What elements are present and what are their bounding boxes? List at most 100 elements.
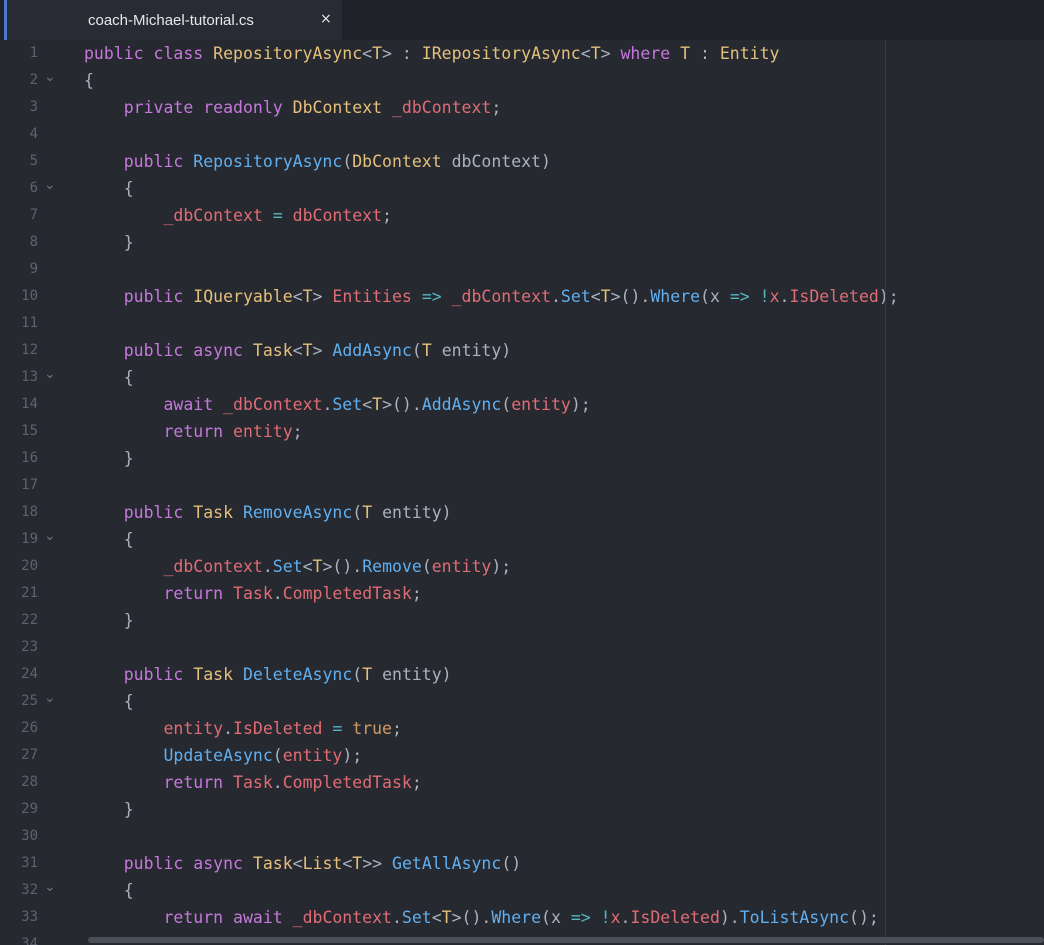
code-token: Where — [650, 287, 701, 306]
code-line[interactable]: { — [84, 688, 134, 715]
code-line[interactable]: entity.IsDeleted = true; — [84, 715, 401, 742]
code-token: x — [610, 908, 621, 927]
code-token: => — [729, 287, 750, 306]
code-line[interactable]: } — [84, 796, 134, 823]
code-token: >(). — [451, 908, 492, 927]
tab-file[interactable]: coach-Michael-tutorial.cs × — [4, 0, 342, 40]
line-number: 23 — [21, 639, 38, 655]
code-line[interactable]: public class RepositoryAsync<T> : IRepos… — [84, 40, 779, 67]
code-line[interactable]: private readonly DbContext _dbContext; — [84, 94, 502, 121]
close-icon[interactable]: × — [320, 11, 332, 27]
code-token: >(). — [610, 287, 651, 306]
chevron-down-icon[interactable]: ⌄ — [44, 67, 56, 94]
code-line[interactable]: _dbContext.Set<T>().Remove(entity); — [84, 553, 511, 580]
code-token: Task — [193, 665, 234, 684]
code-area[interactable]: public class RepositoryAsync<T> : IRepos… — [84, 40, 1044, 945]
line-number: 24 — [21, 666, 38, 682]
code-line[interactable]: { — [84, 67, 94, 94]
code-line[interactable]: } — [84, 607, 134, 634]
code-line[interactable]: public RepositoryAsync(DbContext dbConte… — [84, 148, 551, 175]
code-line[interactable]: return Task.CompletedTask; — [84, 769, 421, 796]
line-number: 26 — [21, 720, 38, 736]
tab-title[interactable]: coach-Michael-tutorial.cs — [88, 12, 254, 29]
code-token: dbContext — [292, 206, 383, 225]
line-number: 10 — [21, 288, 38, 304]
code-token: IRepositoryAsync — [421, 44, 581, 63]
code-token: ; — [292, 422, 303, 441]
chevron-down-icon[interactable]: ⌄ — [44, 688, 56, 715]
code-line[interactable]: await _dbContext.Set<T>().AddAsync(entit… — [84, 391, 591, 418]
code-line[interactable]: return Task.CompletedTask; — [84, 580, 421, 607]
code-token: Entities — [332, 287, 412, 306]
code-token: Task — [193, 503, 234, 522]
code-token: AddAsync — [332, 341, 412, 360]
code-token: } — [84, 233, 134, 252]
tab-bar: coach-Michael-tutorial.cs × — [0, 0, 1044, 40]
line-number: 14 — [21, 396, 38, 412]
code-token: >> — [362, 854, 393, 873]
horizontal-scrollbar[interactable] — [88, 937, 1044, 943]
code-line[interactable]: { — [84, 364, 134, 391]
code-token: IsDeleted — [630, 908, 720, 927]
wrap-guide — [885, 40, 886, 945]
code-token: { — [84, 179, 134, 198]
code-token: = — [272, 206, 283, 225]
code-line[interactable]: public IQueryable<T> Entities => _dbCont… — [84, 283, 899, 310]
code-line[interactable]: UpdateAsync(entity); — [84, 742, 362, 769]
code-token: ; — [491, 98, 502, 117]
code-token: T — [302, 287, 313, 306]
code-token: RepositoryAsync — [213, 44, 363, 63]
code-line[interactable]: } — [84, 445, 134, 472]
code-token: < — [580, 44, 591, 63]
code-line[interactable]: return entity; — [84, 418, 303, 445]
code-line[interactable]: public async Task<T> AddAsync(T entity) — [84, 337, 512, 364]
code-editor[interactable]: 1 2 3 4 5 6 7 8 9 10 11 12 13 14 15 16 17 18 19 20 21 22 23 24 2… — [0, 40, 1044, 945]
line-number: 33 — [21, 909, 38, 925]
chevron-down-icon[interactable]: ⌄ — [44, 526, 56, 553]
code-token: ( — [501, 395, 512, 414]
line-number: 20 — [21, 558, 38, 574]
chevron-down-icon[interactable]: ⌄ — [44, 175, 56, 202]
line-number: 17 — [21, 477, 38, 493]
code-token: T — [312, 557, 323, 576]
code-line[interactable]: public async Task<List<T>> GetAllAsync() — [84, 850, 521, 877]
line-number: 31 — [21, 855, 38, 871]
chevron-down-icon[interactable]: ⌄ — [44, 877, 56, 904]
code-token: Set — [401, 908, 432, 927]
code-token: ! — [600, 908, 611, 927]
code-line[interactable]: { — [84, 877, 134, 904]
code-token: _dbContext — [392, 98, 492, 117]
code-token: entity — [511, 395, 571, 414]
code-line[interactable]: } — [84, 229, 134, 256]
code-token: T — [362, 665, 373, 684]
code-line[interactable]: { — [84, 526, 134, 553]
code-line[interactable]: public Task RemoveAsync(T entity) — [84, 499, 452, 526]
chevron-down-icon[interactable]: ⌄ — [44, 364, 56, 391]
code-token: ( — [421, 557, 432, 576]
code-token: ; — [382, 206, 392, 225]
code-token: } — [84, 449, 134, 468]
line-number: 6 — [29, 180, 38, 196]
code-token: ); — [570, 395, 591, 414]
code-token: ToListAsync — [739, 908, 850, 927]
code-line[interactable]: _dbContext = dbContext; — [84, 202, 392, 229]
code-line[interactable]: public Task DeleteAsync(T entity) — [84, 661, 452, 688]
code-token: class — [153, 44, 204, 63]
code-token: > — [312, 341, 333, 360]
code-line[interactable]: { — [84, 175, 134, 202]
code-token: entity) — [372, 665, 452, 684]
line-number: 11 — [21, 315, 38, 331]
code-line[interactable]: return await _dbContext.Set<T>().Where(x… — [84, 904, 878, 931]
code-token: entity) — [372, 503, 452, 522]
line-number: 22 — [21, 612, 38, 628]
